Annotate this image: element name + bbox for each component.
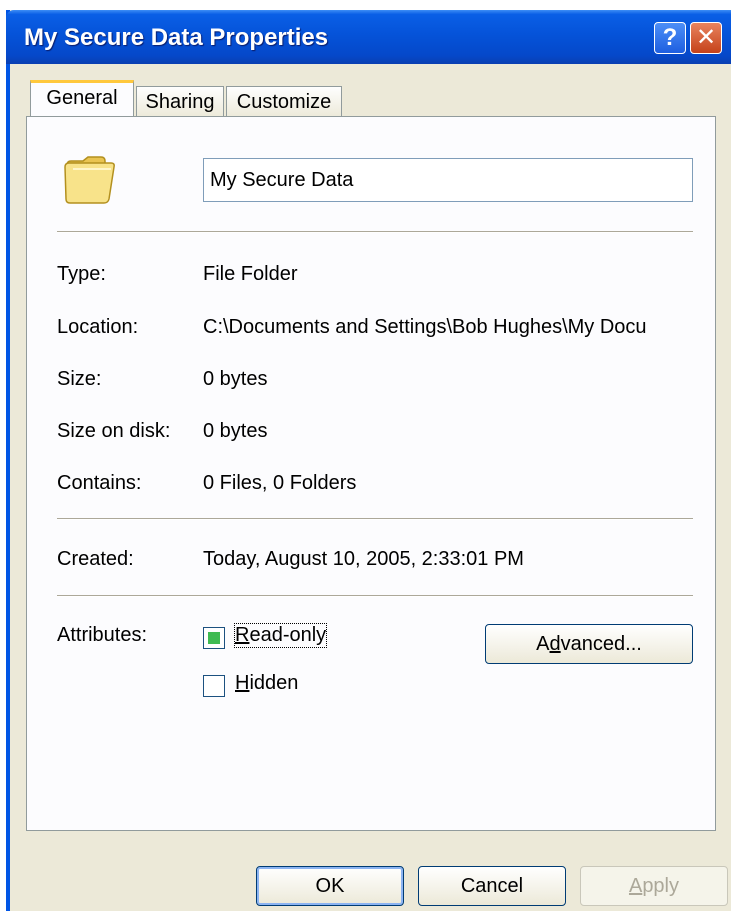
general-tab-panel: Type: File Folder Location: C:\Documents… [26, 116, 716, 831]
size-on-disk-label: Size on disk: [57, 420, 171, 442]
hidden-checkbox[interactable] [203, 675, 225, 697]
separator [57, 231, 693, 233]
tab-area: General Sharing Customize Type: File Fol… [10, 64, 731, 911]
readonly-label[interactable]: Read-only [233, 623, 328, 648]
cancel-button[interactable]: Cancel [418, 866, 566, 906]
type-label: Type: [57, 263, 106, 285]
ok-button[interactable]: OK [256, 866, 404, 906]
tab-sharing[interactable]: Sharing [136, 86, 224, 118]
folder-icon [64, 156, 115, 204]
hidden-label[interactable]: Hidden [235, 672, 298, 695]
size-value: 0 bytes [203, 368, 268, 390]
properties-dialog: My Secure Data Properties ? ✕ General Sh… [6, 10, 731, 911]
created-value: Today, August 10, 2005, 2:33:01 PM [203, 548, 524, 570]
tab-customize[interactable]: Customize [226, 86, 342, 118]
readonly-checkbox[interactable] [203, 627, 225, 649]
title-bar[interactable]: My Secure Data Properties ? ✕ [6, 10, 731, 64]
attributes-label: Attributes: [57, 624, 148, 646]
window-title: My Secure Data Properties [24, 24, 329, 51]
help-button[interactable]: ? [654, 22, 686, 54]
separator [57, 595, 693, 597]
size-label: Size: [57, 368, 102, 390]
location-label: Location: [57, 316, 139, 338]
tab-general[interactable]: General [30, 80, 134, 116]
close-button[interactable]: ✕ [690, 22, 722, 54]
location-value: C:\Documents and Settings\Bob Hughes\My … [203, 316, 647, 338]
contains-value: 0 Files, 0 Folders [203, 472, 357, 494]
help-icon: ? [662, 24, 678, 51]
apply-button[interactable]: Apply [580, 866, 728, 906]
size-on-disk-value: 0 bytes [203, 420, 268, 442]
folder-name-input[interactable] [203, 158, 693, 202]
separator [57, 518, 693, 520]
close-icon: ✕ [695, 24, 717, 51]
created-label: Created: [57, 548, 134, 570]
advanced-button[interactable]: Advanced... [485, 624, 693, 664]
type-value: File Folder [203, 263, 298, 285]
contains-label: Contains: [57, 472, 142, 494]
